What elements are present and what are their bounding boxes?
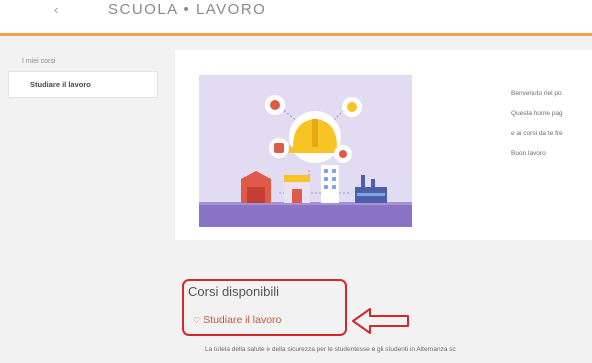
sidebar-heading: I miei corsi [22,58,56,65]
annotation-highlight-box [182,279,347,336]
sidebar-item-studiare-il-lavoro[interactable]: Studiare il lavoro [8,71,158,98]
welcome-line: Questa home pag [511,110,563,117]
hero-banner [199,75,412,227]
course-description: La tutela della salute e della sicurezza… [205,346,456,353]
back-arrow-icon[interactable]: ‹ [54,2,58,17]
sidebar-item-label: Studiare il lavoro [30,80,91,89]
site-title[interactable]: SCUOLA • LAVORO [108,0,266,20]
welcome-line: e ai corsi da te fre [511,130,563,137]
sidebar: I miei corsi Studiare il lavoro [8,46,158,101]
welcome-text: Benvenuto nel po Questa home pag e ai co… [511,84,592,164]
top-bar: ‹ SCUOLA • LAVORO [0,0,592,36]
annotation-arrow-icon [352,308,409,334]
welcome-line: Buon lavoro [511,150,546,157]
welcome-line: Benvenuto nel po [511,90,562,97]
welcome-card: Benvenuto nel po Questa home pag e ai co… [175,50,592,240]
